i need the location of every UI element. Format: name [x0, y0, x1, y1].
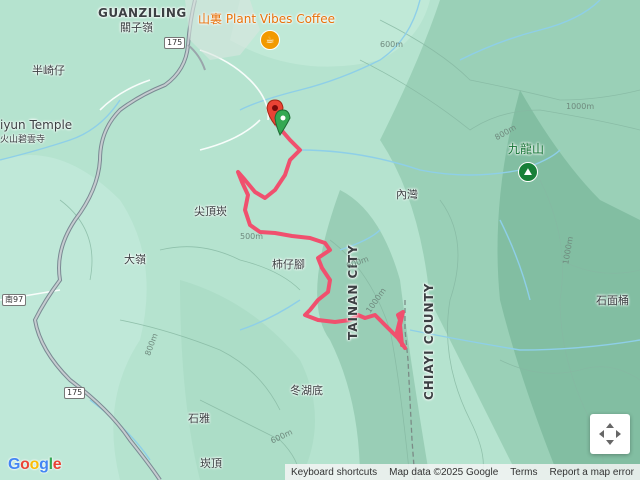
report-map-error-link[interactable]: Report a map error: [544, 467, 640, 478]
place-label-yiding: 崁頂: [200, 457, 222, 470]
google-logo[interactable]: Google: [8, 456, 62, 474]
place-label-guanziling-zh: 關子嶺: [120, 21, 153, 34]
place-label-biyun-temple-zh: 火山碧雲寺: [0, 135, 46, 145]
coffee-cup-icon[interactable]: ☕: [260, 30, 280, 50]
place-label-jianding: 尖頂崁: [194, 205, 227, 218]
place-label-neiwan: 內灣: [396, 188, 418, 201]
place-label-banqizi: 半崎仔: [32, 64, 65, 77]
place-label-shizijiao: 柿仔腳: [272, 258, 305, 271]
keyboard-shortcuts-link[interactable]: Keyboard shortcuts: [285, 467, 383, 478]
place-label-guanziling-en: GUANZILING: [98, 6, 187, 20]
contour-label: 600m: [380, 40, 404, 49]
place-label-shimianbu: 石面桶: [596, 294, 629, 307]
hiking-peak-icon[interactable]: ⛰: [518, 162, 538, 182]
contour-label: 500m: [240, 232, 264, 241]
attribution-bar: Keyboard shortcuts Map data ©2025 Google…: [284, 464, 640, 480]
contour-label: 1000m: [566, 102, 595, 111]
camera-control-icon[interactable]: [590, 414, 630, 454]
place-label-dalin: 大嶺: [124, 253, 146, 266]
road-shield-nan97: 南97: [2, 294, 27, 306]
map-data-text: Map data ©2025 Google: [389, 466, 499, 478]
poi-cafe-label[interactable]: 山裏 Plant Vibes Coffee: [198, 10, 335, 27]
road-shield-175: 175: [164, 37, 186, 49]
peak-label[interactable]: 九龍山: [508, 140, 544, 157]
terms-link[interactable]: Terms: [504, 467, 543, 478]
place-label-biyun-temple-en: iyun Temple: [0, 118, 73, 132]
map-canvas[interactable]: GUANZILING 關子嶺 半崎仔 iyun Temple 火山碧雲寺 尖頂崁…: [0, 0, 640, 480]
place-label-donghudi: 冬湖底: [290, 384, 323, 397]
road-shield-175-south: 175: [64, 387, 86, 399]
place-label-shiya: 石雅: [188, 412, 210, 425]
county-label-chiayi: CHIAYI COUNTY: [422, 282, 436, 400]
terrain-layer: [0, 0, 640, 480]
